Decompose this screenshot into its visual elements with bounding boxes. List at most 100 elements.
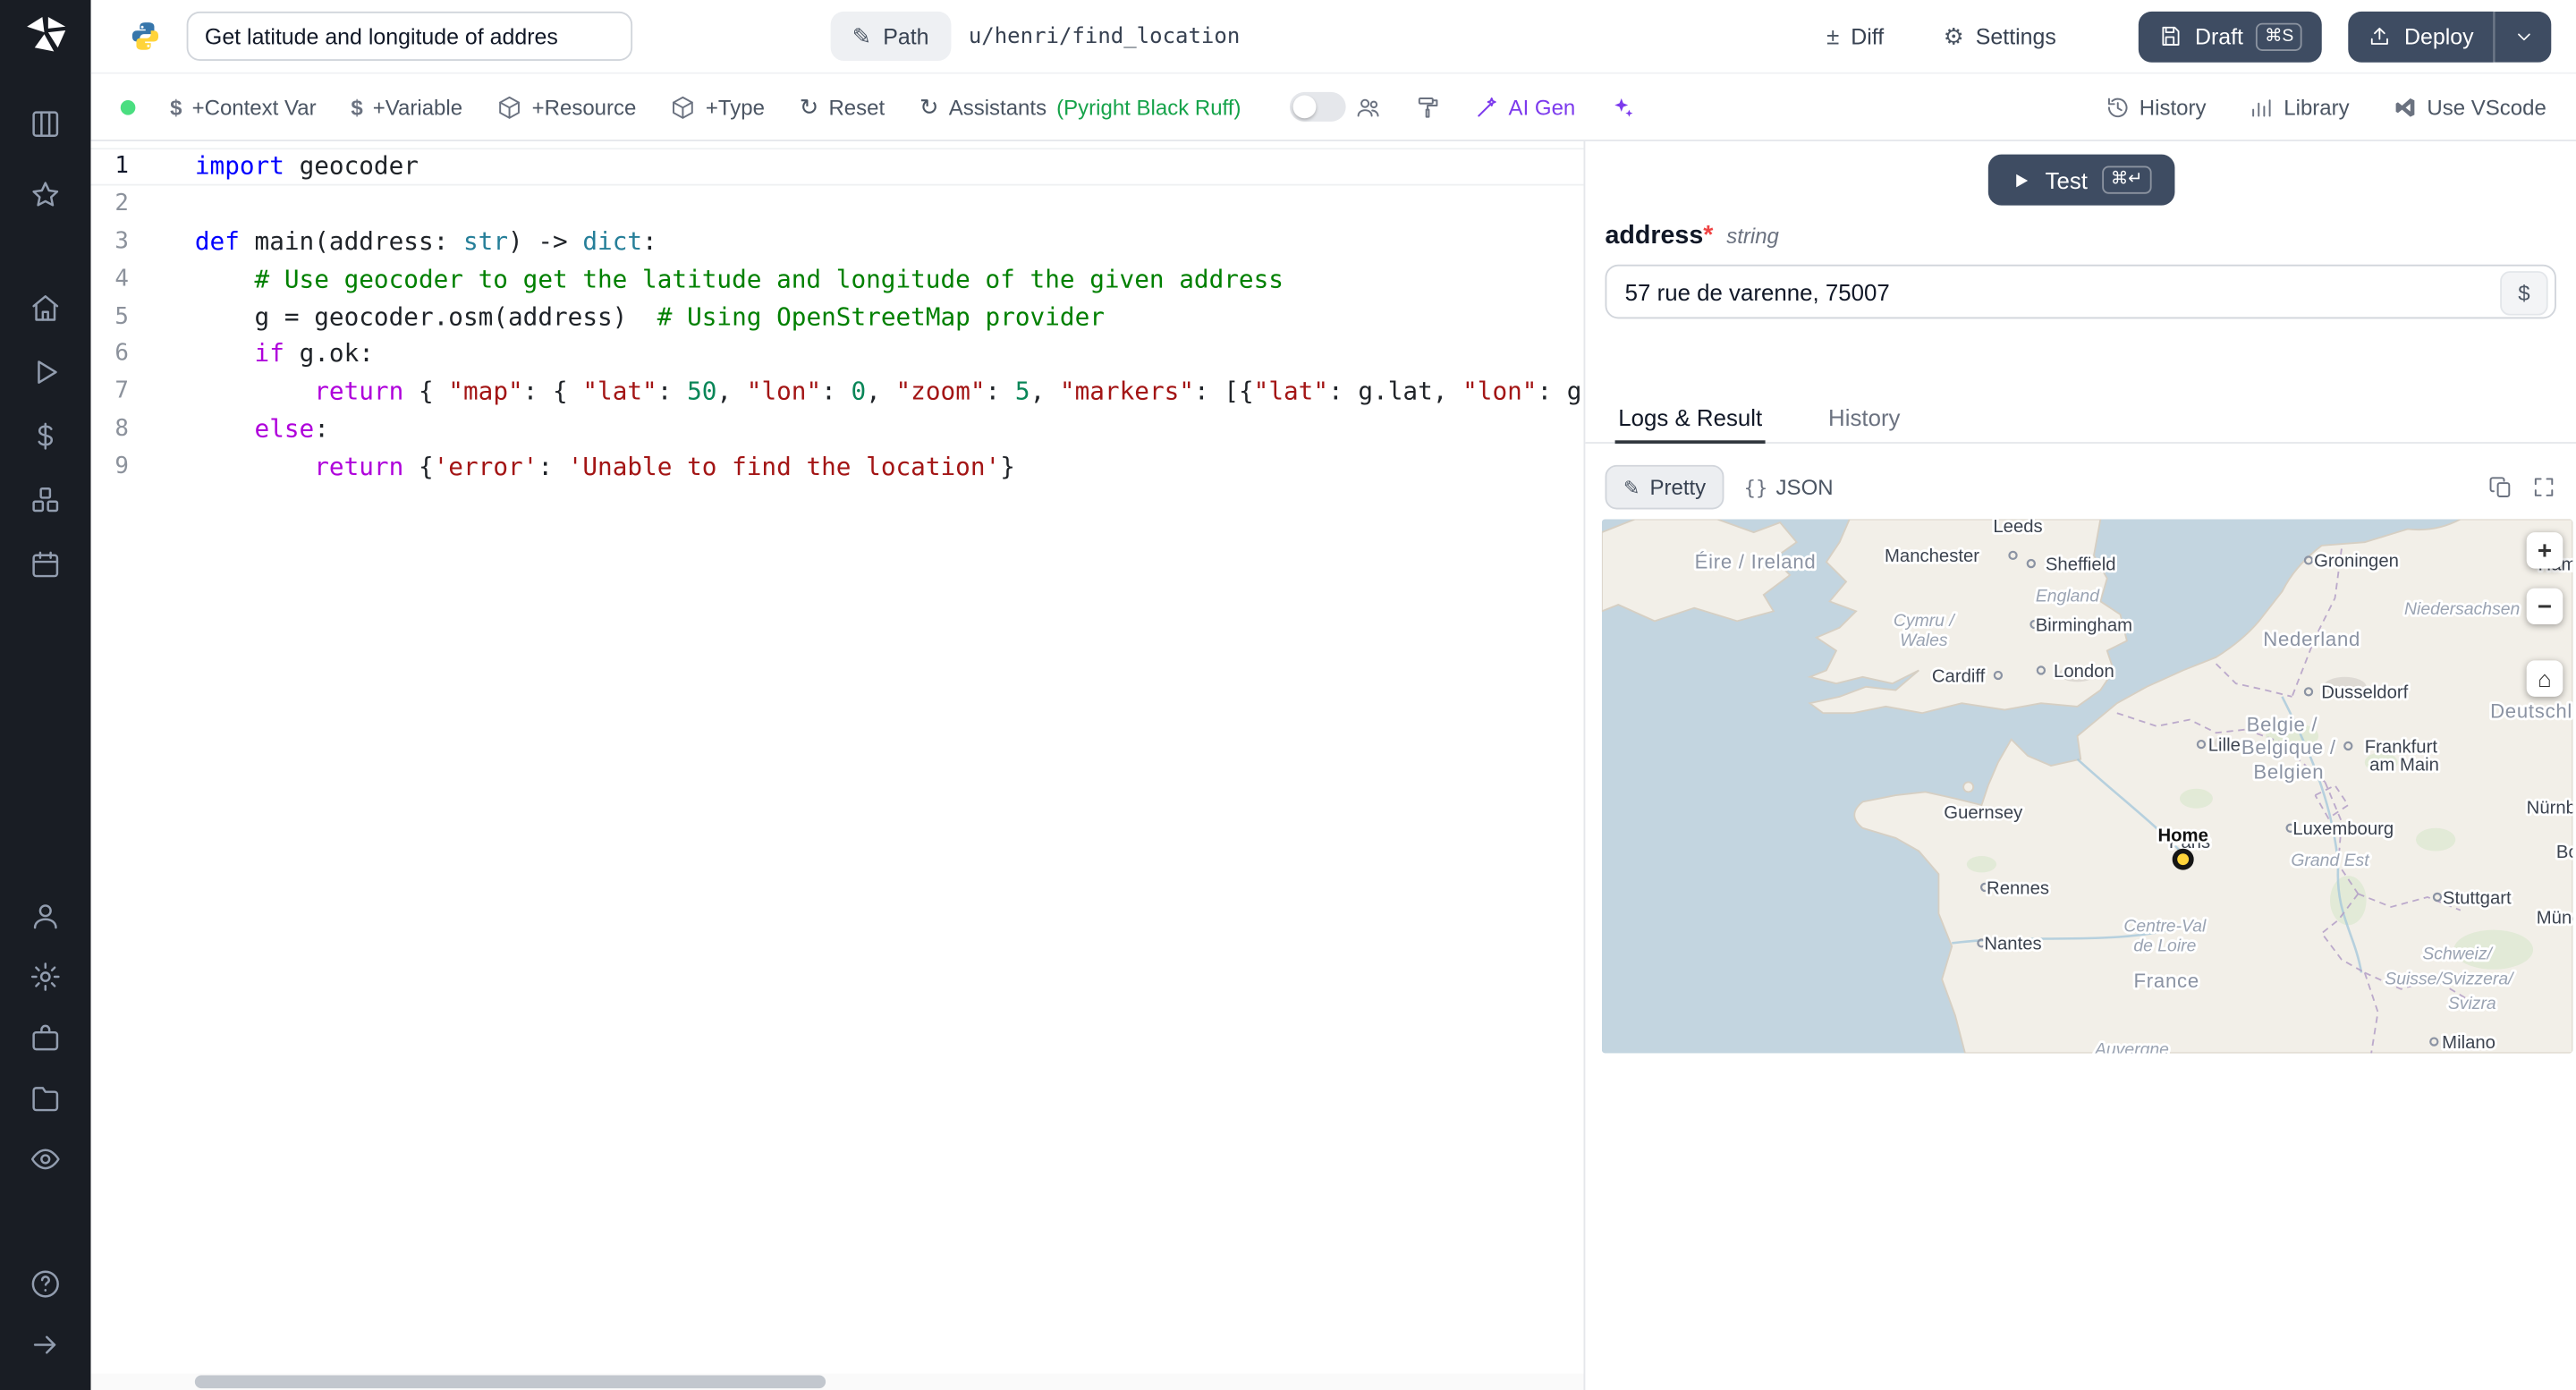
svg-text:Birmingham: Birmingham xyxy=(2036,615,2132,635)
assistants-button[interactable]: ↻ Assistants (Pyright Black Ruff) xyxy=(919,95,1241,120)
use-vscode-label: Use VScode xyxy=(2427,94,2546,120)
settings-gear-icon[interactable] xyxy=(30,962,61,993)
ai-sparkles-button[interactable] xyxy=(1610,95,1635,120)
svg-text:Centre-Val: Centre-Val xyxy=(2123,918,2207,937)
scrollbar-thumb[interactable] xyxy=(194,1375,826,1389)
draft-button[interactable]: Draft ⌘S xyxy=(2139,10,2322,62)
zoom-in-button[interactable]: + xyxy=(2526,532,2563,569)
python-logo-icon xyxy=(131,22,159,50)
settings-button[interactable]: ⚙ Settings xyxy=(1927,10,2073,63)
people-icon xyxy=(1356,97,1378,116)
code-lines: 1 import geocoder 2 3 def main(address: str)… xyxy=(91,148,1584,486)
variables-dollar-icon[interactable] xyxy=(30,420,61,452)
refresh-icon: ↻ xyxy=(919,93,939,121)
resources-boxes-icon[interactable] xyxy=(30,485,61,516)
tab-history[interactable]: History xyxy=(1825,396,1903,442)
svg-text:Sheffield: Sheffield xyxy=(2046,555,2116,574)
code-line[interactable]: 8 else: xyxy=(91,411,1584,449)
add-context-var-button[interactable]: $ +Context Var xyxy=(170,95,316,120)
json-view-button[interactable]: {} JSON xyxy=(1744,475,1834,500)
svg-text:Stuttgart: Stuttgart xyxy=(2443,888,2512,908)
expand-sidebar-arrow-icon[interactable] xyxy=(30,1329,61,1360)
editor-horizontal-scrollbar xyxy=(90,1373,1584,1390)
folders-icon[interactable] xyxy=(30,1083,61,1115)
expand-icon[interactable] xyxy=(2531,475,2556,500)
tab-logs-result[interactable]: Logs & Result xyxy=(1614,396,1766,444)
multiplayer-toggle[interactable] xyxy=(1289,91,1345,122)
history-button[interactable]: History xyxy=(2105,94,2207,120)
insert-variable-button[interactable]: $ xyxy=(2500,271,2548,316)
script-path: u/henri/find_location xyxy=(968,23,1241,49)
svg-text:Dusseldorf: Dusseldorf xyxy=(2321,683,2408,703)
svg-text:Leeds: Leeds xyxy=(1993,519,2042,537)
code-line[interactable]: 9 return {'error': 'Unable to find the l… xyxy=(91,449,1584,487)
use-vscode-button[interactable]: Use VScode xyxy=(2393,94,2546,120)
library-button[interactable]: Library xyxy=(2249,94,2350,120)
code-line[interactable]: 4 # Use geocoder to get the latitude and… xyxy=(91,260,1584,298)
svg-text:Suisse/Svizzera/: Suisse/Svizzera/ xyxy=(2385,970,2515,988)
svg-text:Milano: Milano xyxy=(2442,1033,2496,1053)
audit-eye-icon[interactable] xyxy=(30,1143,61,1174)
dollar-icon: $ xyxy=(351,94,363,120)
help-icon[interactable] xyxy=(30,1268,61,1300)
svg-text:Lille: Lille xyxy=(2208,736,2241,756)
variable-label: +Variable xyxy=(372,94,463,120)
windmill-logo-icon[interactable] xyxy=(22,13,69,59)
required-marker: * xyxy=(1703,221,1714,250)
json-label: JSON xyxy=(1775,474,1834,500)
result-map[interactable]: Leeds Éire / Ireland Manchester Sheffield Gr… xyxy=(1601,519,2573,1054)
draft-shortcut: ⌘S xyxy=(2256,21,2302,51)
svg-text:Schweiz/: Schweiz/ xyxy=(2422,945,2494,964)
code-line[interactable]: 6 if g.ok: xyxy=(91,336,1584,374)
workers-briefcase-icon[interactable] xyxy=(30,1022,61,1054)
sidebar xyxy=(0,0,91,1390)
ai-gen-button[interactable]: AI Gen xyxy=(1474,95,1575,119)
application-window: ✎ Path u/henri/find_location ± Diff ⚙ Se… xyxy=(0,0,2576,1390)
pretty-view-button[interactable]: ✎ Pretty xyxy=(1605,464,1724,510)
format-button[interactable] xyxy=(1414,95,1439,120)
recenter-home-button[interactable]: ⌂ xyxy=(2526,660,2563,697)
favorites-star-icon[interactable] xyxy=(30,179,61,210)
format-brush-icon xyxy=(1417,97,1437,117)
reset-button[interactable]: ↻ Reset xyxy=(800,95,885,120)
add-variable-button[interactable]: $ +Variable xyxy=(351,95,462,120)
svg-text:Bo: Bo xyxy=(2556,843,2572,862)
argument-row: $ xyxy=(1605,264,2556,319)
map-guernsey-island xyxy=(1962,781,1975,793)
code-line[interactable]: 7 return { "map": { "lat": 50, "lon": 0,… xyxy=(91,374,1584,411)
path-edit-button[interactable]: ✎ Path xyxy=(830,11,951,61)
code-line[interactable]: 1 import geocoder xyxy=(91,148,1584,185)
zoom-out-button[interactable]: − xyxy=(2526,588,2563,625)
deploy-dropdown-button[interactable] xyxy=(2493,10,2552,62)
vscode-icon xyxy=(2395,97,2414,116)
panels-icon[interactable] xyxy=(30,108,61,140)
add-resource-button[interactable]: +Resource xyxy=(497,95,636,119)
library-label: Library xyxy=(2284,94,2350,120)
map-controls: + − ⌂ xyxy=(2526,532,2563,716)
svg-text:Belgie /: Belgie / xyxy=(2247,713,2318,735)
script-name-input[interactable] xyxy=(186,11,633,61)
svg-text:Niedersachsen: Niedersachsen xyxy=(2404,600,2520,619)
bars-icon xyxy=(2252,98,2271,116)
deploy-upload-icon xyxy=(2370,27,2388,45)
diff-button[interactable]: ± Diff xyxy=(1809,10,1901,63)
users-icon[interactable] xyxy=(30,901,61,932)
home-icon[interactable] xyxy=(30,292,61,324)
chevron-down-icon xyxy=(2517,32,2529,40)
deploy-button[interactable]: Deploy xyxy=(2348,10,2494,62)
history-label: History xyxy=(2139,94,2207,120)
code-line[interactable]: 5 g = geocoder.osm(address) # Using Open… xyxy=(91,299,1584,336)
test-button[interactable]: Test ⌘↵ xyxy=(1987,154,2174,206)
copy-icon[interactable] xyxy=(2488,475,2513,500)
svg-text:Svizra: Svizra xyxy=(2448,995,2496,1013)
svg-text:Manchester: Manchester xyxy=(1885,547,1979,566)
code-line[interactable]: 2 xyxy=(91,185,1584,223)
schedules-calendar-icon[interactable] xyxy=(30,549,61,581)
svg-text:Luxembourg: Luxembourg xyxy=(2292,819,2394,839)
code-editor[interactable]: 1 import geocoder 2 3 def main(address: str)… xyxy=(90,140,1584,1390)
address-input[interactable] xyxy=(1605,264,2556,319)
svg-text:Nantes: Nantes xyxy=(1984,935,2041,954)
add-type-button[interactable]: +Type xyxy=(671,95,765,119)
code-line[interactable]: 3 def main(address: str) -> dict: xyxy=(91,223,1584,260)
runs-play-icon[interactable] xyxy=(30,357,61,388)
